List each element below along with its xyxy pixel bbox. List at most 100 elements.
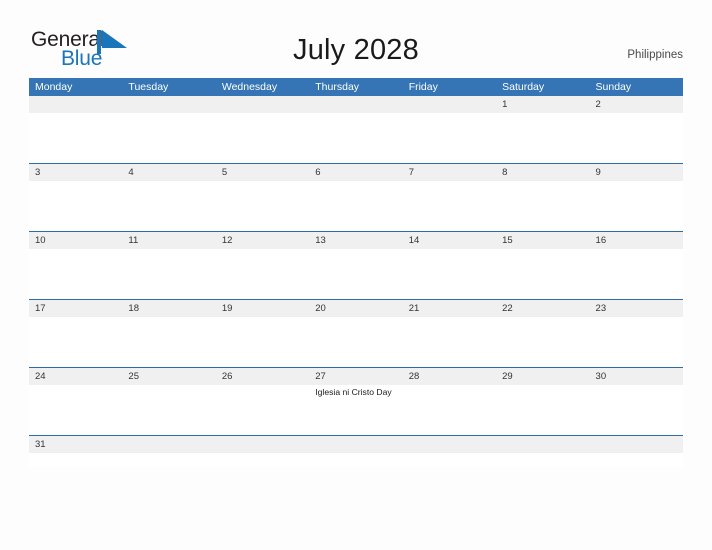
day-cell[interactable] (496, 453, 589, 467)
day-number[interactable]: 18 (122, 300, 215, 317)
day-cell[interactable] (29, 317, 122, 367)
day-cell[interactable] (496, 181, 589, 231)
day-cell[interactable] (496, 317, 589, 367)
day-number[interactable]: 1 (496, 96, 589, 113)
day-cell[interactable] (403, 249, 496, 299)
day-cell[interactable] (590, 113, 683, 163)
day-number[interactable] (590, 436, 683, 453)
day-number[interactable]: 4 (122, 164, 215, 181)
day-cell[interactable] (216, 181, 309, 231)
day-number[interactable]: 28 (403, 368, 496, 385)
day-cell[interactable] (216, 113, 309, 163)
day-cell[interactable] (590, 249, 683, 299)
week-day-number-band: 3 4 5 6 7 8 9 (29, 164, 683, 181)
day-number[interactable]: 12 (216, 232, 309, 249)
day-number[interactable]: 20 (309, 300, 402, 317)
day-cell[interactable] (29, 453, 122, 467)
day-number[interactable]: 13 (309, 232, 402, 249)
week-row: 10 11 12 13 14 15 16 (29, 231, 683, 299)
day-number[interactable]: 23 (590, 300, 683, 317)
day-cell[interactable] (29, 249, 122, 299)
day-number[interactable]: 29 (496, 368, 589, 385)
day-cell[interactable] (29, 113, 122, 163)
day-cell[interactable] (216, 385, 309, 435)
day-cell[interactable] (216, 249, 309, 299)
weekday-header-row: Monday Tuesday Wednesday Thursday Friday… (29, 78, 683, 96)
day-cell[interactable] (29, 385, 122, 435)
day-cell[interactable]: Iglesia ni Cristo Day (309, 385, 402, 435)
weekday-header-tuesday: Tuesday (128, 81, 169, 93)
day-cell[interactable] (403, 385, 496, 435)
day-cell[interactable] (216, 453, 309, 467)
day-number[interactable]: 19 (216, 300, 309, 317)
day-cell[interactable] (590, 317, 683, 367)
day-cell[interactable] (496, 113, 589, 163)
day-cell[interactable] (403, 113, 496, 163)
day-number[interactable] (309, 436, 402, 453)
day-cell[interactable] (403, 453, 496, 467)
day-cell[interactable] (122, 385, 215, 435)
country-label: Philippines (627, 49, 683, 61)
day-number[interactable]: 14 (403, 232, 496, 249)
day-cell[interactable] (309, 249, 402, 299)
day-cell[interactable] (309, 317, 402, 367)
day-number[interactable]: 21 (403, 300, 496, 317)
day-number[interactable]: 25 (122, 368, 215, 385)
day-number[interactable]: 17 (29, 300, 122, 317)
page-header: General Blue July 2028 Philippines (0, 0, 712, 78)
day-cell[interactable] (309, 453, 402, 467)
day-number[interactable]: 22 (496, 300, 589, 317)
day-number[interactable]: 9 (590, 164, 683, 181)
week-day-number-band: 17 18 19 20 21 22 23 (29, 300, 683, 317)
day-number[interactable] (29, 96, 122, 113)
day-number[interactable] (403, 436, 496, 453)
day-cell[interactable] (122, 317, 215, 367)
day-number[interactable]: 2 (590, 96, 683, 113)
day-number[interactable]: 6 (309, 164, 402, 181)
day-cell[interactable] (496, 385, 589, 435)
day-cell[interactable] (122, 453, 215, 467)
day-cell[interactable] (216, 317, 309, 367)
week-row: 31 (29, 435, 683, 467)
day-cell[interactable] (309, 181, 402, 231)
day-number[interactable] (122, 96, 215, 113)
week-row: 3 4 5 6 7 8 9 (29, 163, 683, 231)
day-number[interactable] (403, 96, 496, 113)
day-cell[interactable] (403, 181, 496, 231)
day-event-text: Iglesia ni Cristo Day (315, 387, 392, 397)
day-cell[interactable] (309, 113, 402, 163)
day-number[interactable]: 3 (29, 164, 122, 181)
week-day-body-band (29, 249, 683, 299)
day-number[interactable]: 8 (496, 164, 589, 181)
day-number[interactable]: 11 (122, 232, 215, 249)
weekday-header-thursday: Thursday (315, 81, 360, 93)
day-cell[interactable] (496, 249, 589, 299)
day-cell[interactable] (122, 113, 215, 163)
day-number[interactable]: 31 (29, 436, 122, 453)
week-row: 24 25 26 27 28 29 30 Iglesia ni Cristo D… (29, 367, 683, 435)
day-number[interactable]: 30 (590, 368, 683, 385)
day-cell[interactable] (403, 317, 496, 367)
day-number[interactable]: 16 (590, 232, 683, 249)
day-number[interactable] (122, 436, 215, 453)
day-number[interactable]: 15 (496, 232, 589, 249)
day-cell[interactable] (590, 453, 683, 467)
week-day-body-band (29, 113, 683, 163)
day-number[interactable]: 24 (29, 368, 122, 385)
day-cell[interactable] (590, 385, 683, 435)
day-cell[interactable] (122, 181, 215, 231)
day-number[interactable] (216, 96, 309, 113)
page-title: July 2028 (293, 34, 419, 66)
day-number[interactable]: 26 (216, 368, 309, 385)
calendar-grid: Monday Tuesday Wednesday Thursday Friday… (29, 78, 683, 467)
day-number[interactable]: 10 (29, 232, 122, 249)
day-cell[interactable] (29, 181, 122, 231)
day-number[interactable] (496, 436, 589, 453)
day-number[interactable]: 7 (403, 164, 496, 181)
day-cell[interactable] (122, 249, 215, 299)
day-number[interactable]: 27 (309, 368, 402, 385)
day-cell[interactable] (590, 181, 683, 231)
day-number[interactable]: 5 (216, 164, 309, 181)
day-number[interactable] (309, 96, 402, 113)
day-number[interactable] (216, 436, 309, 453)
